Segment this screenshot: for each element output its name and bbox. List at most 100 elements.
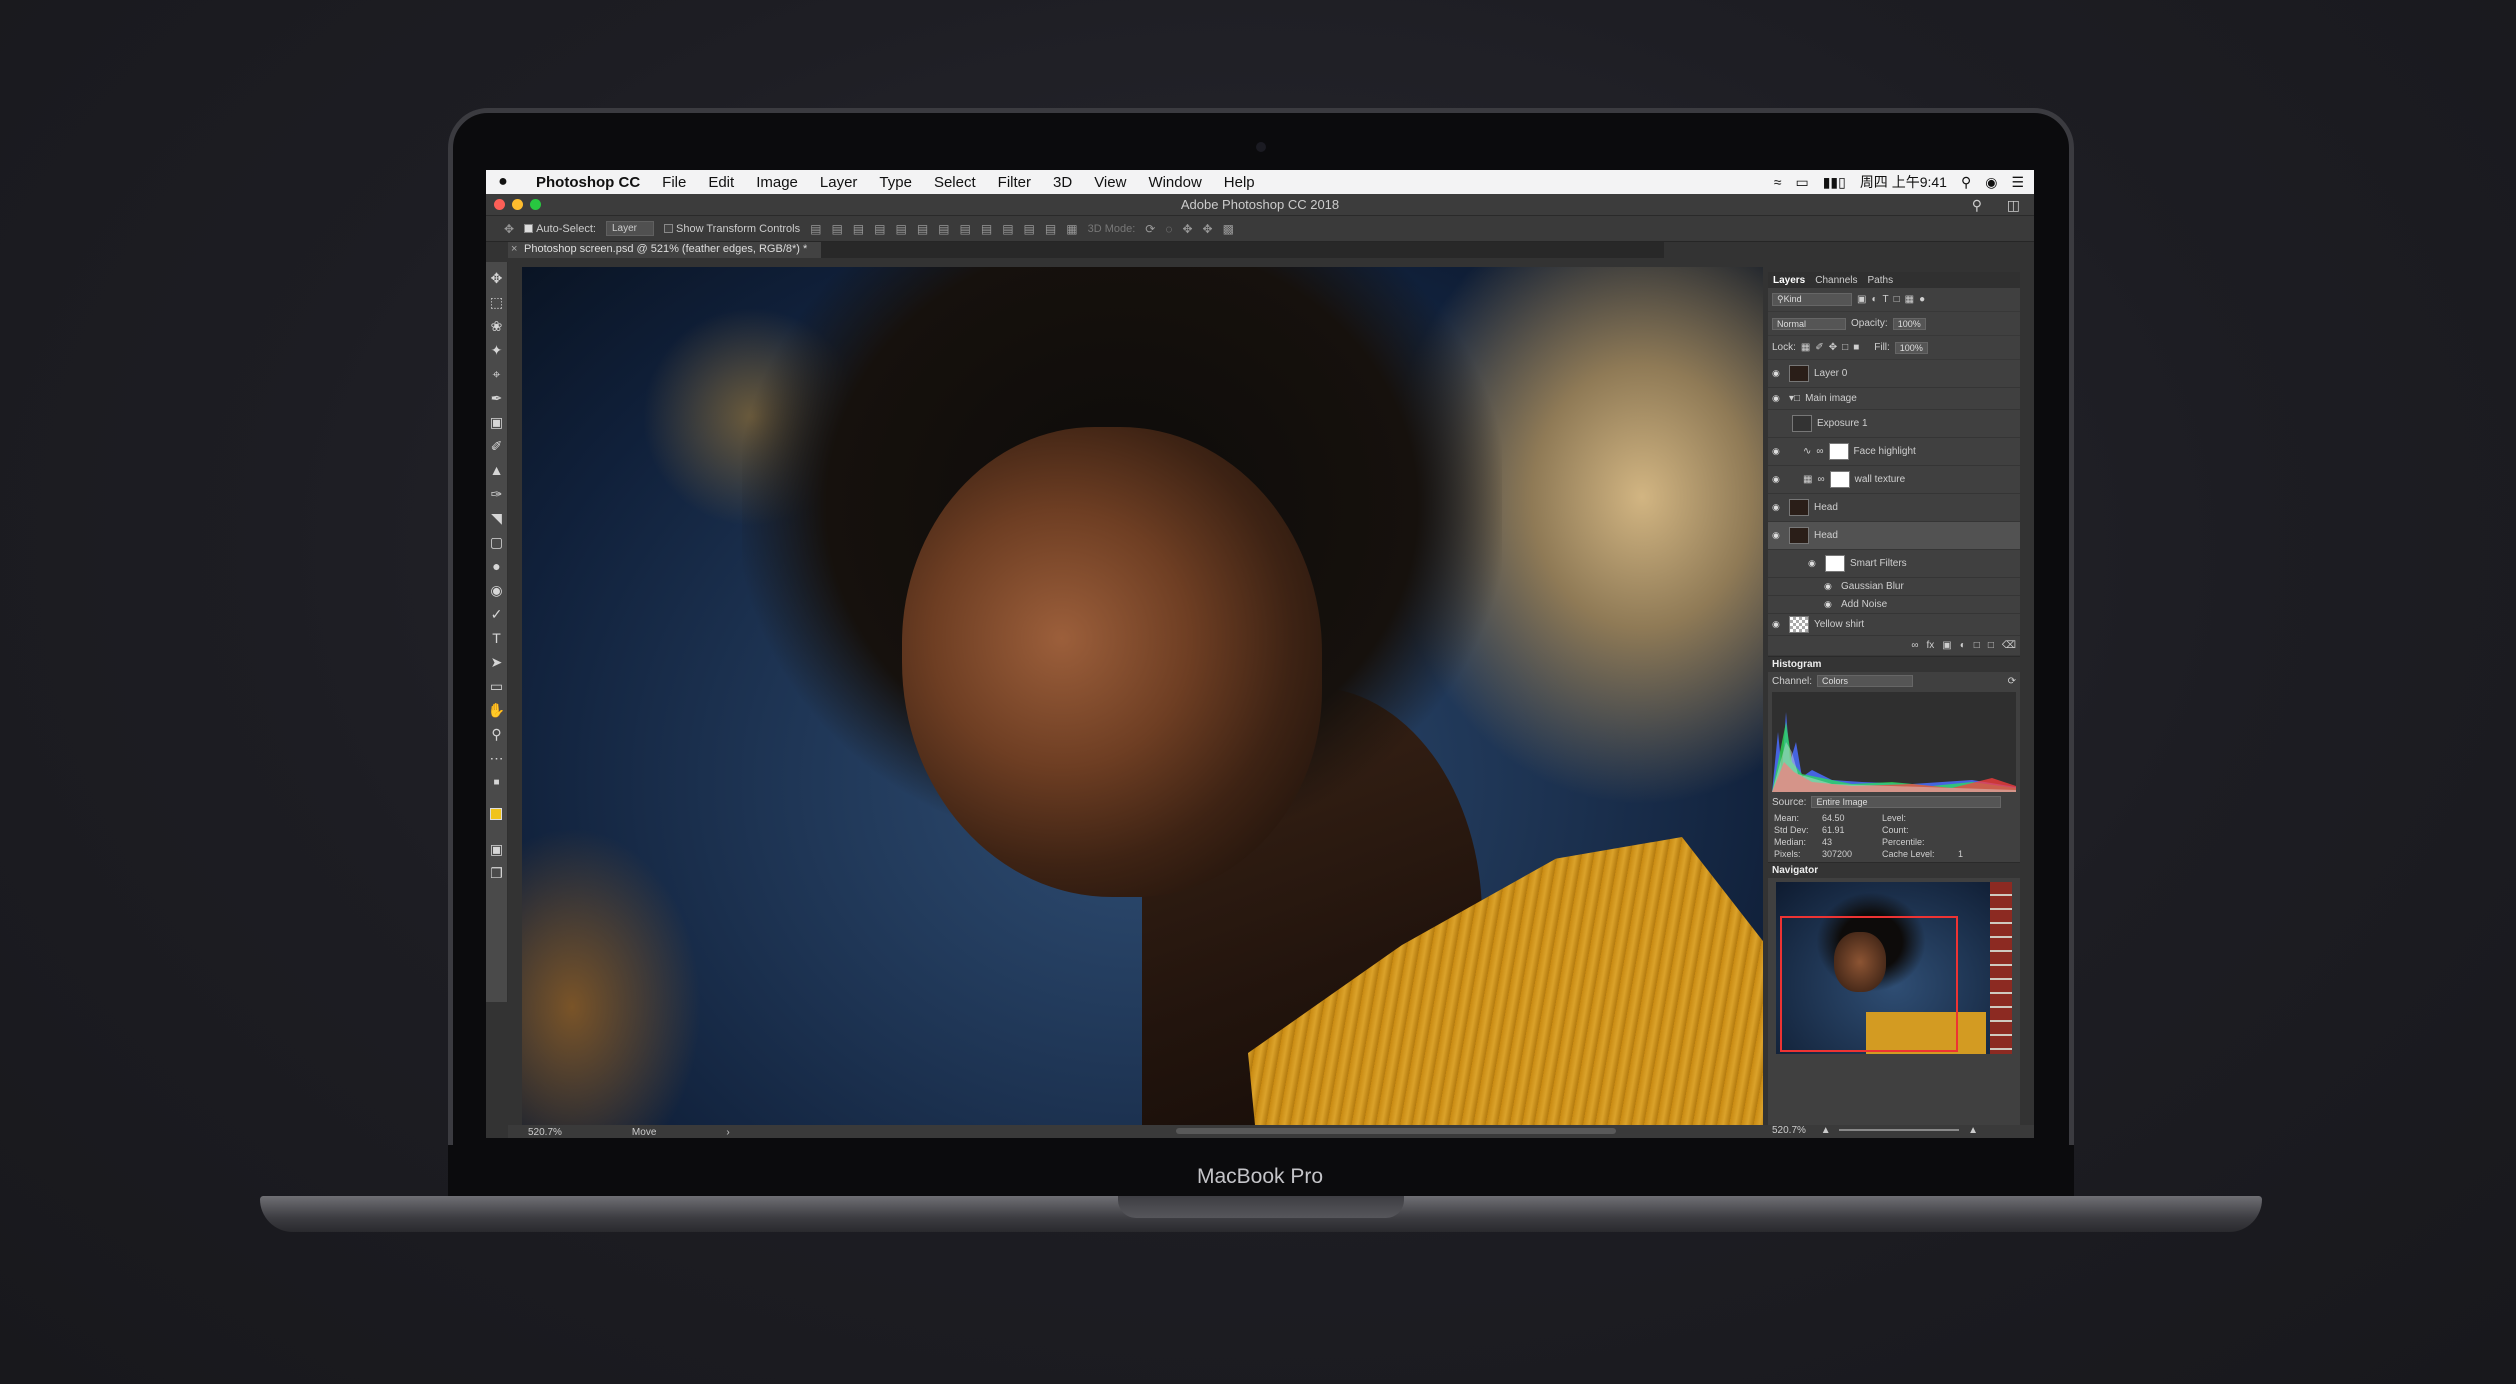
pen-tool-icon[interactable]: ✓ — [488, 604, 506, 625]
lasso-tool-icon[interactable]: ❀ — [488, 316, 506, 337]
menu-image[interactable]: Image — [745, 174, 809, 191]
refresh-icon[interactable]: ⟳ — [2008, 676, 2016, 687]
visibility-eye-icon[interactable]: ◉ — [1824, 599, 1836, 610]
blend-mode-dropdown[interactable]: Normal — [1772, 317, 1846, 330]
tab-channels[interactable]: Channels — [1815, 275, 1857, 286]
workspace-icon[interactable]: ◫ — [2007, 197, 2020, 214]
spotlight-search-icon[interactable]: ⚲ — [1961, 174, 1971, 191]
layer-row[interactable]: ◉ Yellow shirt — [1768, 614, 2020, 636]
lock-image-icon[interactable]: ✐ — [1815, 342, 1823, 353]
layer-group-row[interactable]: ◉ ▾□ Main image — [1768, 388, 2020, 410]
distribute-right-icon[interactable]: ▤ — [1045, 222, 1056, 236]
menu-select[interactable]: Select — [923, 174, 987, 191]
close-tab-icon[interactable]: × — [511, 243, 517, 255]
lock-transparent-icon[interactable]: ▦ — [1801, 342, 1810, 353]
visibility-eye-icon[interactable]: ◉ — [1772, 619, 1784, 630]
more-tools-icon[interactable]: ⋯ — [488, 748, 506, 769]
document-canvas[interactable] — [522, 267, 1763, 1125]
default-colors-icon[interactable]: ■ — [488, 772, 506, 793]
layer-filter-dropdown[interactable]: ⚲Kind — [1772, 293, 1852, 306]
menu-help[interactable]: Help — [1213, 174, 1266, 191]
auto-align-icon[interactable]: ▦ — [1066, 222, 1077, 236]
menu-type[interactable]: Type — [868, 174, 923, 191]
layer-row[interactable]: ◉ ∿ ∞ Face highlight — [1768, 438, 2020, 466]
status-expand-icon[interactable]: › — [726, 1127, 729, 1138]
menu-view[interactable]: View — [1083, 174, 1137, 191]
navigator-zoom[interactable]: 520.7% — [1772, 1125, 1806, 1136]
path-selection-tool-icon[interactable]: ➤ — [488, 652, 506, 673]
auto-select-target-dropdown[interactable]: Layer — [605, 221, 654, 236]
visibility-eye-icon[interactable]: ◉ — [1824, 581, 1836, 592]
distribute-bottom-icon[interactable]: ▤ — [981, 222, 992, 236]
fx-icon[interactable]: fx — [1926, 640, 1934, 651]
smart-filter-row[interactable]: ◉ Gaussian Blur — [1768, 578, 2020, 596]
filter-type-icon[interactable]: T — [1883, 294, 1889, 305]
horizontal-scrollbar[interactable] — [1176, 1128, 1616, 1134]
airplay-icon[interactable]: ▭ — [1795, 174, 1808, 191]
auto-select-checkbox[interactable]: Auto-Select: — [524, 223, 596, 235]
opacity-field[interactable]: 100% — [1892, 317, 1926, 330]
3d-scale-icon[interactable]: ▩ — [1223, 222, 1234, 236]
fill-field[interactable]: 100% — [1894, 341, 1928, 354]
lock-all-icon[interactable]: ■ — [1853, 342, 1859, 353]
filter-toggle-icon[interactable]: ● — [1919, 294, 1925, 305]
visibility-eye-icon[interactable]: ◉ — [1772, 530, 1784, 541]
menu-file[interactable]: File — [651, 174, 697, 191]
visibility-eye-icon[interactable]: ◉ — [1772, 446, 1784, 457]
align-left-icon[interactable]: ▤ — [874, 222, 885, 236]
channel-dropdown[interactable]: Colors — [1817, 675, 1914, 687]
menu-layer[interactable]: Layer — [809, 174, 869, 191]
3d-roll-icon[interactable]: ◌ — [1165, 222, 1172, 236]
zoom-out-icon[interactable]: ▲ — [1821, 1125, 1831, 1136]
align-bottom-icon[interactable]: ▤ — [853, 222, 864, 236]
quick-selection-tool-icon[interactable]: ✦ — [488, 340, 506, 361]
siri-icon[interactable]: ◉ — [1985, 174, 1997, 191]
distribute-middle-icon[interactable]: ▤ — [960, 222, 971, 236]
move-tool-icon[interactable]: ✥ — [488, 268, 506, 289]
type-tool-icon[interactable]: T — [488, 628, 506, 649]
add-mask-icon[interactable]: ▣ — [1942, 640, 1951, 651]
3d-orbit-icon[interactable]: ⟳ — [1145, 222, 1155, 236]
clock[interactable]: 周四 上午9:41 — [1860, 172, 1947, 192]
new-adjustment-icon[interactable]: ◐ — [1960, 640, 1966, 651]
filter-pixel-icon[interactable]: ▣ — [1857, 294, 1866, 305]
hand-tool-icon[interactable]: ✋ — [488, 700, 506, 721]
distribute-center-icon[interactable]: ▤ — [1024, 222, 1035, 236]
marquee-tool-icon[interactable]: ⬚ — [488, 292, 506, 313]
search-icon[interactable]: ⚲ — [1972, 197, 1982, 214]
foreground-color-swatch[interactable] — [489, 808, 502, 820]
layer-row[interactable]: ◉ Head — [1768, 494, 2020, 522]
move-tool-preset-icon[interactable]: ✥ — [504, 222, 514, 236]
zoom-in-icon[interactable]: ▲ — [1968, 1125, 1978, 1136]
show-transform-controls-checkbox[interactable]: Show Transform Controls — [664, 223, 800, 235]
align-top-icon[interactable]: ▤ — [810, 222, 821, 236]
document-tab[interactable]: × Photoshop screen.psd @ 521% (feather e… — [508, 242, 822, 258]
menu-filter[interactable]: Filter — [987, 174, 1042, 191]
distribute-left-icon[interactable]: ▤ — [1002, 222, 1013, 236]
brush-tool-icon[interactable]: ✐ — [488, 436, 506, 457]
screen-mode-icon[interactable]: ❐ — [488, 863, 506, 884]
visibility-eye-icon[interactable]: ◉ — [1772, 393, 1784, 404]
visibility-eye-icon[interactable]: ◉ — [1808, 558, 1820, 569]
blur-tool-icon[interactable]: ● — [488, 556, 506, 577]
filter-smart-object-icon[interactable]: ▦ — [1905, 294, 1914, 305]
zoom-slider[interactable] — [1839, 1129, 1960, 1132]
rectangle-tool-icon[interactable]: ▭ — [488, 676, 506, 697]
layer-row[interactable]: ◉ Head — [1768, 522, 2020, 550]
wifi-icon[interactable]: ≈ — [1774, 174, 1782, 190]
visibility-eye-icon[interactable]: ◉ — [1772, 368, 1784, 379]
notification-center-icon[interactable]: ☰ — [2011, 174, 2024, 191]
smart-filters-row[interactable]: ◉ Smart Filters — [1768, 550, 2020, 578]
navigator-view-box[interactable] — [1780, 916, 1958, 1052]
quick-mask-icon[interactable]: ▣ — [488, 839, 506, 860]
eyedropper-tool-icon[interactable]: ✒ — [488, 388, 506, 409]
zoom-tool-icon[interactable]: ⚲ — [488, 724, 506, 745]
clone-stamp-tool-icon[interactable]: ▲ — [488, 460, 506, 481]
apple-icon[interactable]: ● — [486, 173, 520, 191]
trash-icon[interactable]: ⌫ — [2002, 640, 2016, 651]
zoom-level[interactable]: 520.7% — [528, 1127, 562, 1138]
menu-3d[interactable]: 3D — [1042, 174, 1083, 191]
menu-edit[interactable]: Edit — [697, 174, 745, 191]
layer-row[interactable]: ◉ ▦ ∞ wall texture — [1768, 466, 2020, 494]
source-dropdown[interactable]: Entire Image — [1811, 796, 2002, 808]
